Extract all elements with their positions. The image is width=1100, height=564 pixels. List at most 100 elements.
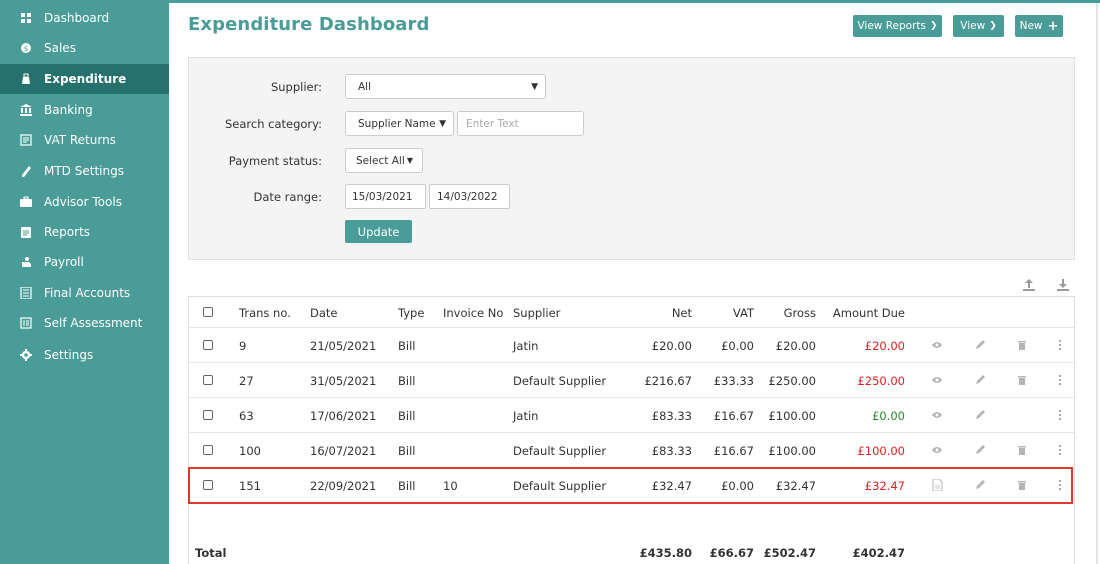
total-vat: £66.67 bbox=[709, 546, 754, 560]
trash-icon[interactable] bbox=[1016, 339, 1028, 351]
search-category-select[interactable]: Supplier Name ▼ bbox=[345, 111, 454, 136]
upload-icon[interactable] bbox=[1022, 278, 1036, 292]
eye-icon[interactable] bbox=[931, 409, 943, 421]
edit-icon[interactable] bbox=[974, 444, 986, 456]
date-to-input[interactable]: 14/03/2022 bbox=[429, 184, 510, 209]
vat-cell: £0.00 bbox=[721, 479, 754, 493]
sidebar-item-reports[interactable]: Reports bbox=[0, 217, 169, 247]
sidebar-item-banking[interactable]: Banking bbox=[0, 95, 169, 125]
sidebar-item-label: Settings bbox=[44, 348, 94, 362]
row-checkbox[interactable] bbox=[203, 445, 213, 455]
trans-no-cell[interactable]: 151 bbox=[239, 479, 261, 493]
row-checkbox[interactable] bbox=[203, 480, 213, 490]
header-type[interactable]: Type bbox=[398, 306, 424, 320]
select-all-checkbox[interactable] bbox=[203, 307, 213, 317]
view-label: View bbox=[960, 20, 986, 32]
view-button[interactable]: View ❯ bbox=[953, 15, 1004, 37]
supplier-select[interactable]: All ▼ bbox=[345, 74, 546, 99]
more-options-icon[interactable] bbox=[1058, 479, 1062, 491]
sidebar-item-label: VAT Returns bbox=[44, 133, 116, 147]
gross-cell: £100.00 bbox=[768, 444, 816, 458]
type-cell: Bill bbox=[398, 444, 416, 458]
sidebar-item-label: Self Assessment bbox=[44, 316, 143, 330]
row-checkbox[interactable] bbox=[203, 340, 213, 350]
net-cell: £216.67 bbox=[644, 374, 692, 388]
net-cell: £83.33 bbox=[651, 444, 692, 458]
new-label: New bbox=[1019, 20, 1043, 32]
more-options-icon[interactable] bbox=[1058, 409, 1062, 421]
supplier-cell: Jatin bbox=[513, 339, 539, 353]
payment-status-select[interactable]: Select All ▼ bbox=[345, 148, 423, 173]
view-reports-button[interactable]: View Reports ❯ bbox=[853, 15, 942, 37]
bank-icon bbox=[20, 104, 32, 116]
sidebar-item-mtd-settings[interactable]: MTD Settings bbox=[0, 156, 169, 186]
total-label: Total bbox=[195, 546, 227, 560]
gross-cell: £20.00 bbox=[775, 339, 816, 353]
more-options-icon[interactable] bbox=[1058, 444, 1062, 456]
header-amount-due[interactable]: Amount Due bbox=[820, 306, 905, 320]
date-cell: 22/09/2021 bbox=[310, 479, 377, 493]
edit-icon[interactable] bbox=[974, 339, 986, 351]
payroll-icon bbox=[20, 256, 32, 268]
sidebar-item-vat-returns[interactable]: VAT Returns bbox=[0, 125, 169, 155]
date-from-input[interactable]: 15/03/2021 bbox=[345, 184, 426, 209]
header-supplier[interactable]: Supplier bbox=[513, 306, 560, 320]
sidebar-item-label: Banking bbox=[44, 103, 93, 117]
edit-icon[interactable] bbox=[974, 374, 986, 386]
search-text-input[interactable]: Enter Text bbox=[457, 111, 584, 136]
edit-icon[interactable] bbox=[974, 479, 986, 491]
pdf-icon[interactable] bbox=[931, 478, 943, 492]
eye-icon[interactable] bbox=[931, 339, 943, 351]
edit-icon[interactable] bbox=[974, 409, 986, 421]
type-cell: Bill bbox=[398, 479, 416, 493]
sidebar-item-advisor-tools[interactable]: Advisor Tools bbox=[0, 187, 169, 217]
download-icon[interactable] bbox=[1056, 278, 1070, 292]
eye-icon[interactable] bbox=[931, 444, 943, 456]
eye-icon[interactable] bbox=[931, 374, 943, 386]
scrollbar-track[interactable] bbox=[1096, 3, 1098, 564]
sidebar-item-label: MTD Settings bbox=[44, 164, 124, 178]
header-net[interactable]: Net bbox=[620, 306, 692, 320]
sidebar-item-final-accounts[interactable]: Final Accounts bbox=[0, 278, 169, 308]
header-gross[interactable]: Gross bbox=[756, 306, 816, 320]
date-cell: 16/07/2021 bbox=[310, 444, 377, 458]
header-invoice-no[interactable]: Invoice No bbox=[443, 306, 503, 320]
svg-text:$: $ bbox=[24, 45, 28, 53]
header-vat[interactable]: VAT bbox=[694, 306, 754, 320]
sidebar-item-expenditure[interactable]: Expenditure bbox=[0, 64, 169, 94]
view-reports-label: View Reports bbox=[857, 20, 926, 32]
row-checkbox[interactable] bbox=[203, 410, 213, 420]
trash-icon[interactable] bbox=[1016, 479, 1028, 491]
date-cell: 17/06/2021 bbox=[310, 409, 377, 423]
page-title: Expenditure Dashboard bbox=[188, 14, 430, 35]
gross-cell: £32.47 bbox=[775, 479, 816, 493]
trans-no-cell[interactable]: 9 bbox=[239, 339, 246, 353]
header-trans-no[interactable]: Trans no. bbox=[239, 306, 291, 320]
trans-no-cell[interactable]: 27 bbox=[239, 374, 254, 388]
vat-cell: £33.33 bbox=[713, 374, 754, 388]
briefcase-icon bbox=[20, 196, 32, 208]
vat-cell: £16.67 bbox=[713, 409, 754, 423]
sidebar-item-label: Final Accounts bbox=[44, 286, 131, 300]
row-checkbox[interactable] bbox=[203, 375, 213, 385]
amount-due-cell: £250.00 bbox=[857, 374, 905, 388]
sidebar-item-sales[interactable]: $ Sales bbox=[0, 33, 169, 63]
sidebar-item-dashboard[interactable]: Dashboard bbox=[0, 3, 169, 33]
trans-no-cell[interactable]: 100 bbox=[239, 444, 261, 458]
vat-icon bbox=[20, 134, 32, 146]
new-button[interactable]: New + bbox=[1015, 15, 1063, 37]
total-amount-due: £402.47 bbox=[852, 546, 905, 560]
header-date[interactable]: Date bbox=[310, 306, 338, 320]
sidebar-item-settings[interactable]: Settings bbox=[0, 340, 169, 370]
sidebar-item-self-assessment[interactable]: Self Assessment bbox=[0, 308, 169, 338]
more-options-icon[interactable] bbox=[1058, 339, 1062, 351]
update-button[interactable]: Update bbox=[345, 220, 412, 243]
more-options-icon[interactable] bbox=[1058, 374, 1062, 386]
date-from-value: 15/03/2021 bbox=[352, 190, 413, 203]
trash-icon[interactable] bbox=[1016, 374, 1028, 386]
payment-status-label: Payment status: bbox=[228, 154, 322, 168]
trash-icon[interactable] bbox=[1016, 444, 1028, 456]
trans-no-cell[interactable]: 63 bbox=[239, 409, 254, 423]
chevron-down-icon: ❯ bbox=[930, 21, 938, 31]
sidebar-item-payroll[interactable]: Payroll bbox=[0, 247, 169, 277]
